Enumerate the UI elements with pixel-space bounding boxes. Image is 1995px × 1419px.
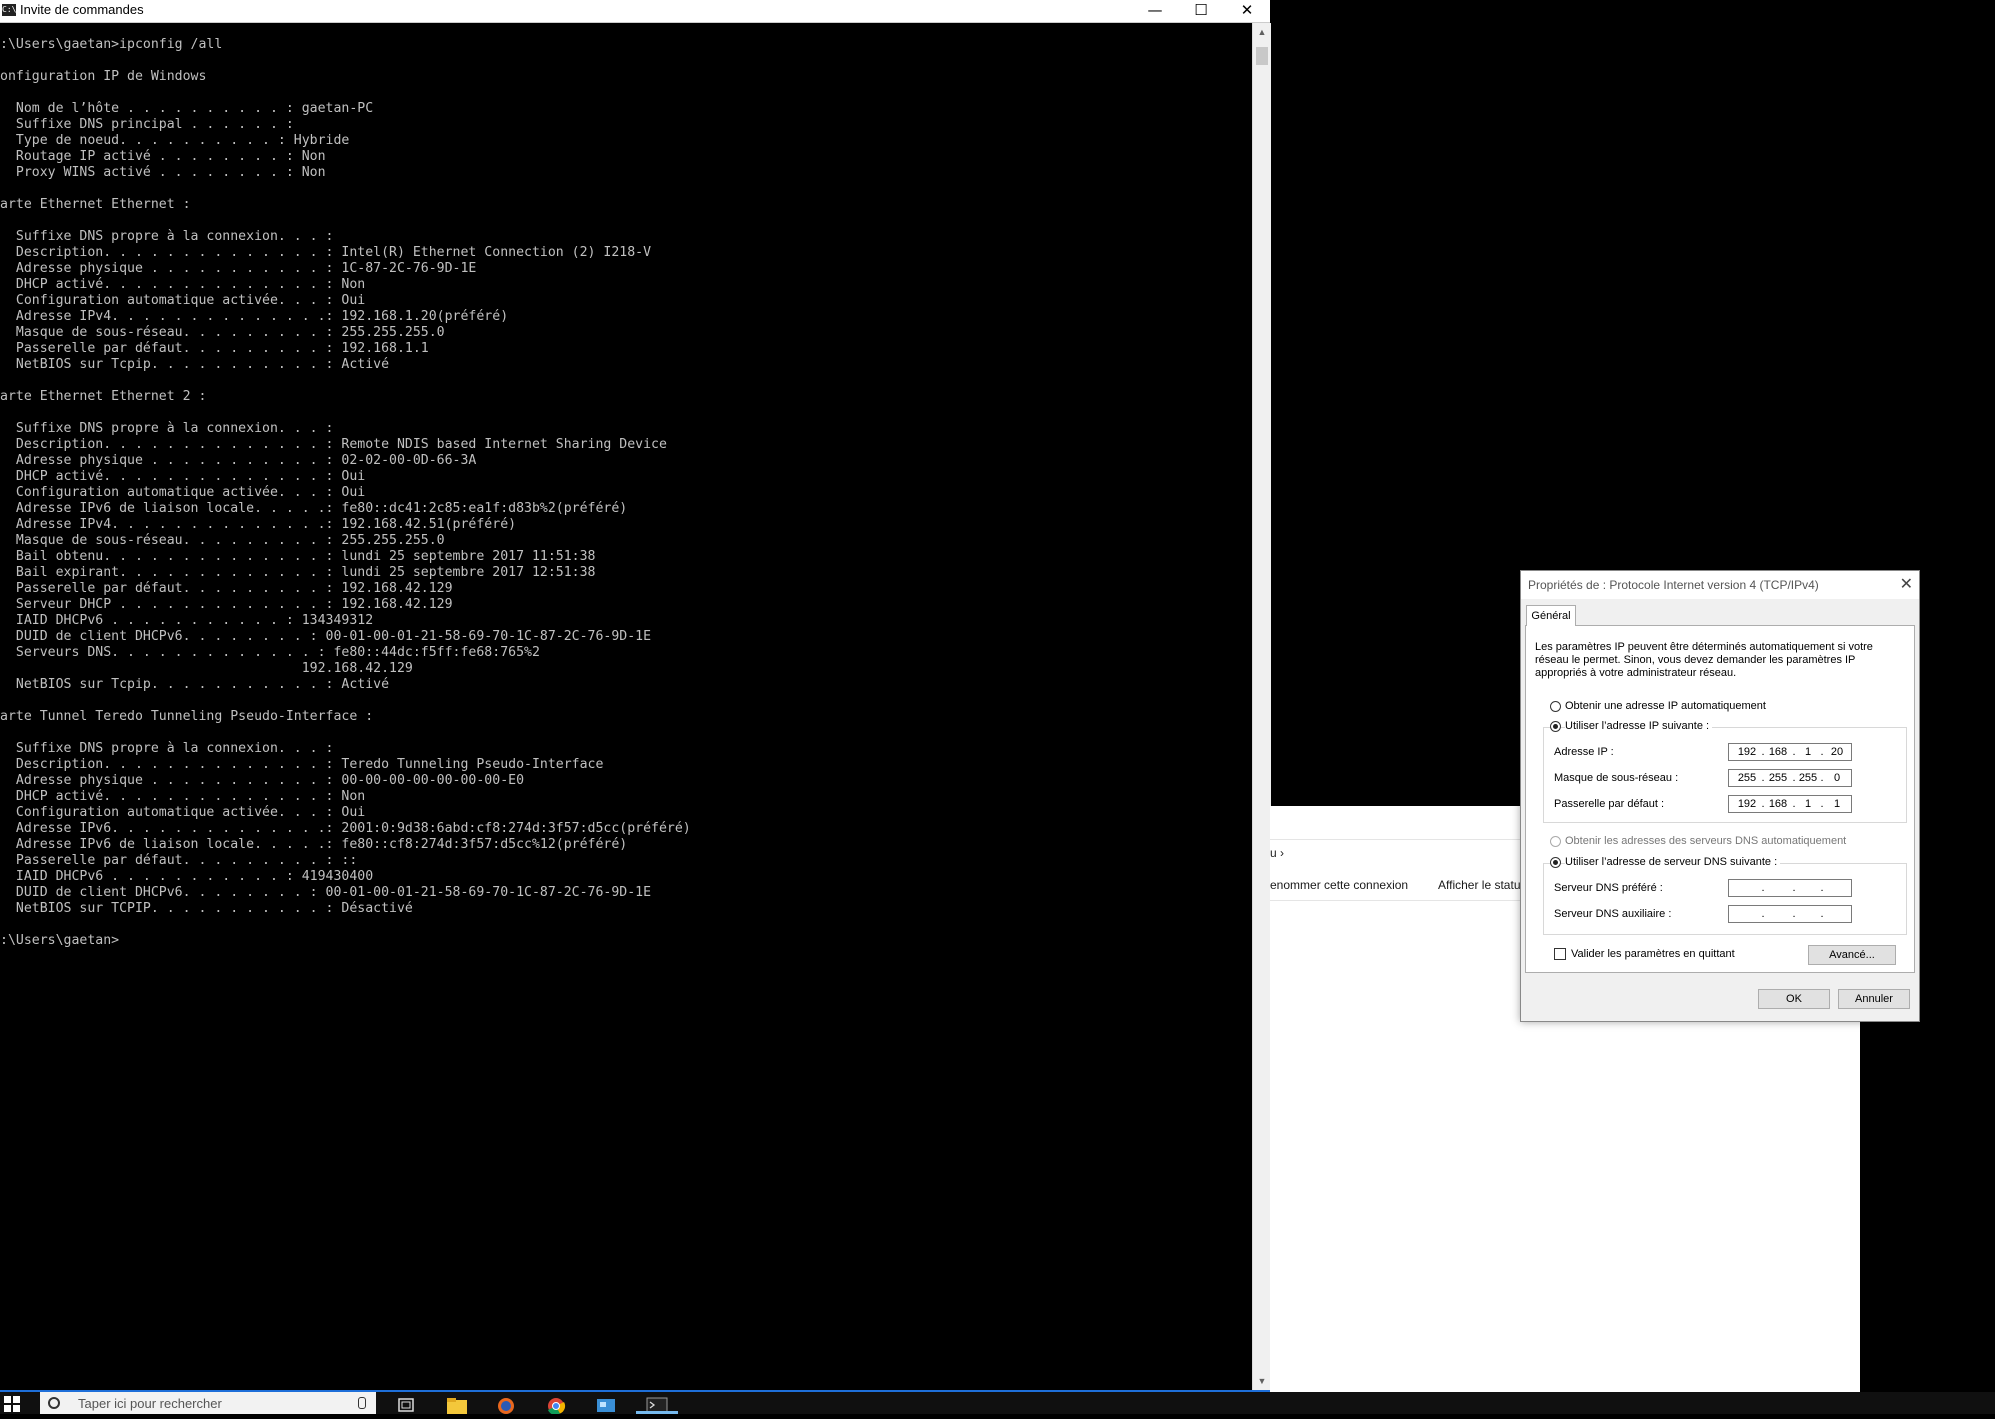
- ip-octet-4[interactable]: 20: [1825, 746, 1849, 758]
- dialog-title: Propriétés de : Protocole Internet versi…: [1528, 578, 1819, 592]
- cancel-button[interactable]: Annuler: [1838, 989, 1910, 1009]
- microphone-icon[interactable]: [358, 1397, 366, 1409]
- firefox-icon[interactable]: [496, 1396, 516, 1414]
- windows-start-icon[interactable]: [4, 1396, 20, 1412]
- chrome-icon[interactable]: [546, 1396, 566, 1415]
- gateway-octet-3[interactable]: 1: [1796, 798, 1820, 810]
- radio-auto-ip[interactable]: [1550, 701, 1561, 712]
- dns-preferred-label: Serveur DNS préféré :: [1554, 882, 1663, 894]
- view-status-command[interactable]: Afficher le statu: [1438, 878, 1521, 892]
- ipv4-properties-dialog: Propriétés de : Protocole Internet versi…: [1520, 570, 1920, 1022]
- radio-manual-ip-label[interactable]: Utiliser l’adresse IP suivante :: [1565, 720, 1713, 732]
- radio-manual-dns[interactable]: [1550, 857, 1561, 868]
- taskbar-search-box[interactable]: Taper ici pour rechercher: [40, 1392, 376, 1414]
- subnet-mask-input[interactable]: 255. 255. 255. 0: [1728, 769, 1852, 787]
- scroll-down-arrow-icon[interactable]: ▼: [1253, 1372, 1271, 1390]
- console-output-area[interactable]: :\Users\gaetan>ipconfig /all onfiguratio…: [0, 23, 1252, 1390]
- gateway-octet-2[interactable]: 168: [1766, 798, 1790, 810]
- rename-connection-command[interactable]: enommer cette connexion: [1270, 878, 1408, 892]
- dialog-titlebar[interactable]: Propriétés de : Protocole Internet versi…: [1521, 571, 1919, 599]
- scrollbar-thumb[interactable]: [1256, 47, 1268, 65]
- mask-octet-2[interactable]: 255: [1766, 772, 1790, 784]
- console-app-icon: C:\: [2, 4, 17, 16]
- console-text: :\Users\gaetan>ipconfig /all onfiguratio…: [0, 37, 691, 948]
- maximize-button[interactable]: ☐: [1178, 0, 1224, 22]
- ip-address-input[interactable]: 192. 168. 1. 20: [1728, 743, 1852, 761]
- console-titlebar[interactable]: C:\ Invite de commandes — ☐ ✕: [0, 0, 1270, 23]
- search-placeholder: Taper ici pour rechercher: [78, 1396, 222, 1411]
- ip-address-label: Adresse IP :: [1554, 746, 1614, 758]
- dialog-close-icon[interactable]: ✕: [1900, 574, 1913, 593]
- radio-manual-ip[interactable]: [1550, 721, 1561, 732]
- subnet-mask-label: Masque de sous-réseau :: [1554, 772, 1679, 784]
- ip-octet-2[interactable]: 168: [1766, 746, 1790, 758]
- task-view-icon[interactable]: [396, 1396, 416, 1414]
- close-button[interactable]: ✕: [1224, 0, 1270, 22]
- gateway-octet-1[interactable]: 192: [1735, 798, 1759, 810]
- radio-auto-ip-label[interactable]: Obtenir une adresse IP automatiquement: [1565, 700, 1766, 712]
- gateway-input[interactable]: 192. 168. 1. 1: [1728, 795, 1852, 813]
- radio-auto-dns-label[interactable]: Obtenir les adresses des serveurs DNS au…: [1565, 835, 1846, 847]
- dns-alternate-input[interactable]: ...: [1728, 905, 1852, 923]
- ok-button[interactable]: OK: [1758, 989, 1830, 1009]
- gateway-octet-4[interactable]: 1: [1825, 798, 1849, 810]
- radio-manual-dns-label[interactable]: Utiliser l’adresse de serveur DNS suivan…: [1565, 856, 1781, 868]
- radio-auto-dns[interactable]: [1550, 836, 1561, 847]
- validate-on-exit-label[interactable]: Valider les paramètres en quittant: [1571, 948, 1735, 960]
- advanced-button[interactable]: Avancé...: [1808, 945, 1896, 965]
- breadcrumb[interactable]: u ›: [1270, 846, 1284, 860]
- mask-octet-3[interactable]: 255: [1796, 772, 1820, 784]
- file-explorer-icon[interactable]: [446, 1396, 467, 1414]
- control-panel-icon[interactable]: [596, 1396, 616, 1414]
- dns-alternate-label: Serveur DNS auxiliaire :: [1554, 908, 1672, 920]
- dialog-description: Les paramètres IP peuvent être déterminé…: [1535, 641, 1873, 679]
- console-title: Invite de commandes: [20, 2, 144, 17]
- scroll-up-arrow-icon[interactable]: ▲: [1253, 23, 1271, 41]
- mask-octet-1[interactable]: 255: [1735, 772, 1759, 784]
- console-scrollbar[interactable]: ▲ ▼: [1252, 23, 1271, 1390]
- validate-on-exit-checkbox[interactable]: [1554, 948, 1566, 960]
- minimize-button[interactable]: —: [1132, 0, 1178, 22]
- ip-octet-3[interactable]: 1: [1796, 746, 1820, 758]
- manual-dns-group: [1543, 863, 1907, 935]
- ip-octet-1[interactable]: 192: [1735, 746, 1759, 758]
- dns-preferred-input[interactable]: ...: [1728, 879, 1852, 897]
- taskbar: Taper ici pour rechercher: [0, 1392, 1995, 1415]
- tab-general[interactable]: Général: [1526, 605, 1576, 626]
- gateway-label: Passerelle par défaut :: [1554, 798, 1665, 810]
- search-icon: [48, 1397, 60, 1409]
- mask-octet-4[interactable]: 0: [1825, 772, 1849, 784]
